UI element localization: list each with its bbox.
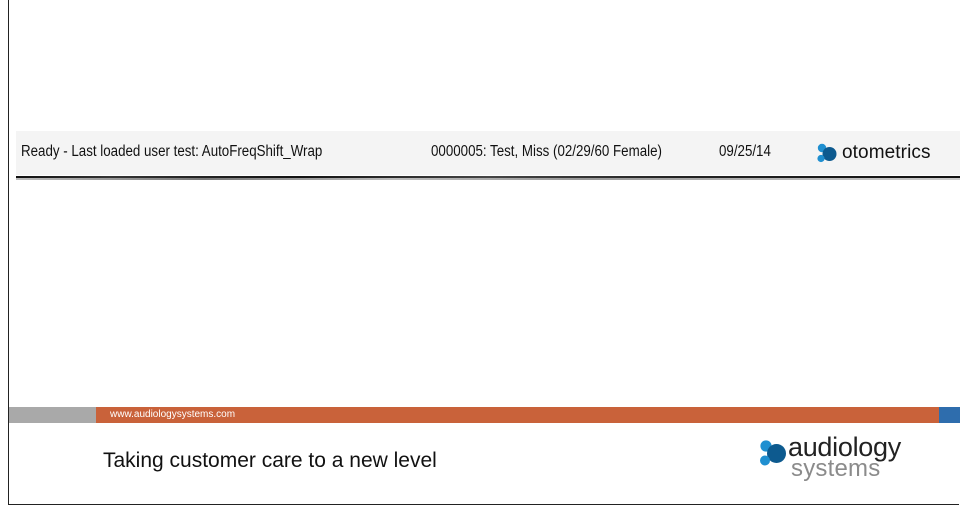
footer-url: www.audiologysystems.com: [110, 409, 236, 420]
audiology-systems-logo-icon: [760, 440, 786, 466]
audiology-systems-logo: audiology systems: [758, 432, 938, 492]
logo-word-systems: systems: [791, 455, 881, 482]
otometrics-brand-name: otometrics: [842, 142, 931, 163]
footer-band-grey: [9, 407, 96, 423]
status-ready-text: Ready - Last loaded user test: AutoFreqS…: [21, 143, 323, 160]
status-bar-divider-shadow: [16, 178, 960, 180]
footer-tagline: Taking customer care to a new level: [103, 449, 437, 472]
otometrics-logo-icon: [817, 143, 837, 163]
status-patient-text: 0000005: Test, Miss (02/29/60 Female): [431, 143, 662, 160]
otometrics-logo: otometrics: [816, 139, 931, 167]
footer-band-blue: [939, 407, 960, 423]
slide-frame: [8, 0, 959, 505]
status-date-text: 09/25/14: [719, 143, 771, 160]
status-bar: Ready - Last loaded user test: AutoFreqS…: [16, 131, 960, 175]
